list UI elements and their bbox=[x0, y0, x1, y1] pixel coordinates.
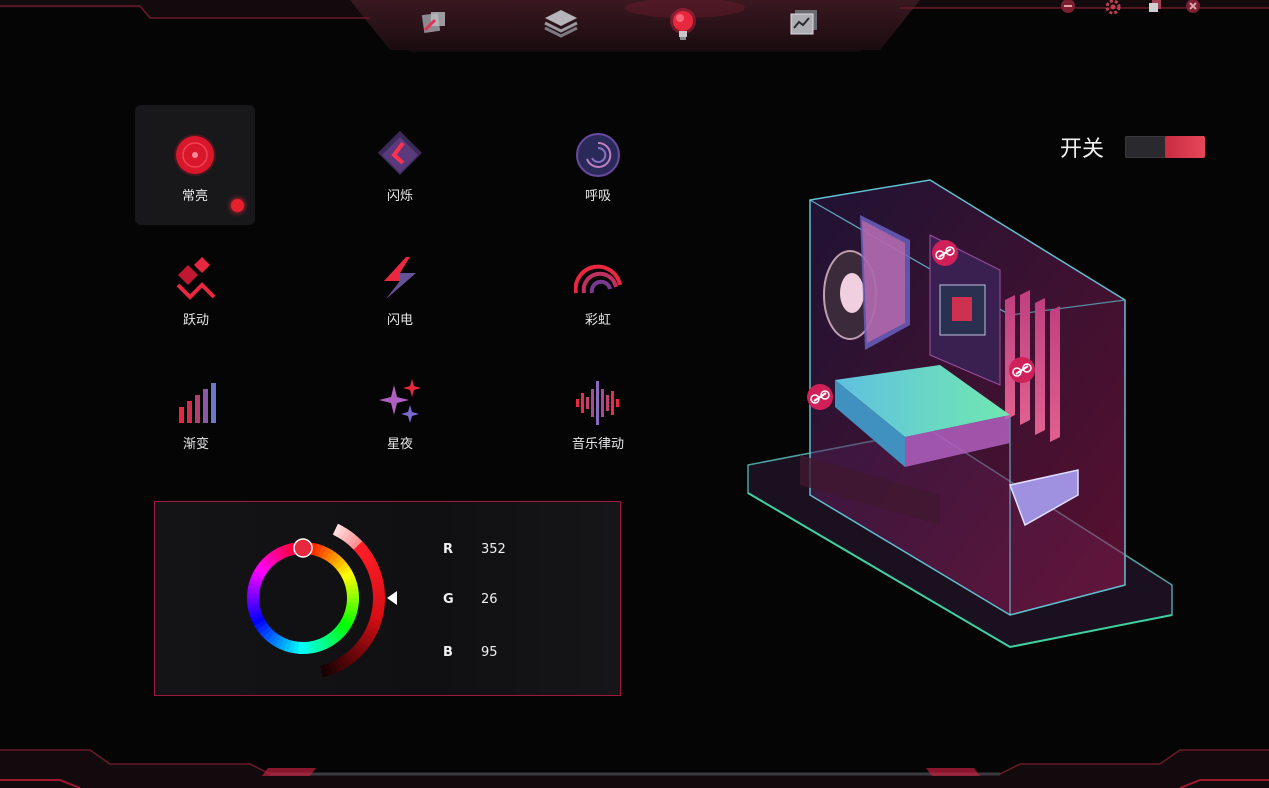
effect-starry[interactable]: 星夜 bbox=[340, 353, 460, 473]
close-button[interactable] bbox=[1185, 0, 1203, 14]
gear-icon bbox=[1105, 0, 1121, 15]
power-toggle-label: 开关 bbox=[1060, 137, 1105, 162]
blue-label: B bbox=[443, 645, 453, 660]
effect-breath[interactable]: 呼吸 bbox=[538, 105, 658, 225]
close-icon bbox=[1186, 0, 1200, 13]
stars-icon bbox=[376, 377, 424, 425]
nav-device-button[interactable] bbox=[417, 6, 457, 46]
blue-value-row: B 95 bbox=[443, 645, 498, 660]
gradient-bars-icon bbox=[172, 377, 220, 425]
effect-jump[interactable]: 跃动 bbox=[136, 229, 256, 349]
nav-monitor-button[interactable] bbox=[786, 6, 826, 46]
effect-flash[interactable]: 闪烁 bbox=[340, 105, 460, 225]
link-icon[interactable] bbox=[807, 384, 833, 410]
minimize-icon bbox=[1061, 0, 1075, 13]
effect-music[interactable]: 音乐律动 bbox=[538, 353, 658, 473]
top-nav-bar bbox=[0, 0, 1269, 60]
effect-label: 音乐律动 bbox=[571, 437, 624, 452]
bottom-bar-frame bbox=[0, 749, 1269, 788]
effect-label: 跃动 bbox=[182, 313, 209, 328]
effect-label: 呼吸 bbox=[584, 189, 611, 204]
color-picker-panel: R 352 G 26 B 95 bbox=[154, 501, 621, 696]
static-light-icon bbox=[171, 129, 219, 177]
link-icon[interactable] bbox=[932, 240, 958, 266]
red-label: R bbox=[443, 542, 454, 557]
restore-icon bbox=[1149, 0, 1161, 12]
effect-label: 彩虹 bbox=[584, 313, 611, 328]
effect-rainbow[interactable]: 彩虹 bbox=[538, 229, 658, 349]
power-toggle[interactable] bbox=[1125, 136, 1205, 158]
link-icon[interactable] bbox=[1009, 357, 1035, 383]
device-icon bbox=[421, 12, 445, 34]
green-value-row: G 26 bbox=[443, 592, 498, 607]
effect-lightning[interactable]: 闪电 bbox=[340, 229, 460, 349]
monitor-icon bbox=[790, 10, 817, 35]
flash-icon bbox=[376, 129, 424, 177]
green-value[interactable]: 26 bbox=[481, 592, 498, 607]
red-value[interactable]: 352 bbox=[481, 542, 506, 557]
bulb-icon bbox=[670, 8, 696, 40]
breath-icon bbox=[574, 129, 622, 177]
pc-case-illustration bbox=[747, 179, 1173, 649]
sound-wave-icon bbox=[574, 377, 622, 425]
top-bar-frame bbox=[0, 0, 1269, 52]
red-value-row: R 352 bbox=[443, 542, 506, 557]
minimize-button[interactable] bbox=[1060, 0, 1078, 14]
restore-button[interactable] bbox=[1147, 0, 1165, 14]
green-label: G bbox=[443, 592, 454, 607]
selected-indicator bbox=[231, 199, 244, 212]
effect-label: 星夜 bbox=[386, 437, 413, 452]
settings-button[interactable] bbox=[1104, 0, 1122, 15]
hue-handle[interactable] bbox=[293, 538, 313, 558]
nav-lighting-button[interactable] bbox=[664, 6, 704, 46]
lightning-icon bbox=[376, 253, 424, 301]
color-wheel[interactable] bbox=[155, 502, 415, 695]
effect-gradient[interactable]: 渐变 bbox=[136, 353, 256, 473]
rainbow-icon bbox=[574, 253, 622, 301]
layers-icon bbox=[544, 10, 578, 38]
effect-label: 闪电 bbox=[386, 313, 413, 328]
effect-static[interactable]: 常亮 bbox=[135, 105, 255, 225]
brightness-handle[interactable] bbox=[387, 591, 397, 605]
toggle-knob bbox=[1165, 136, 1205, 158]
effect-label: 闪烁 bbox=[386, 189, 413, 204]
jump-icon bbox=[172, 253, 220, 301]
effect-label: 渐变 bbox=[182, 437, 209, 452]
nav-layers-button[interactable] bbox=[542, 6, 582, 46]
blue-value[interactable]: 95 bbox=[481, 645, 498, 660]
